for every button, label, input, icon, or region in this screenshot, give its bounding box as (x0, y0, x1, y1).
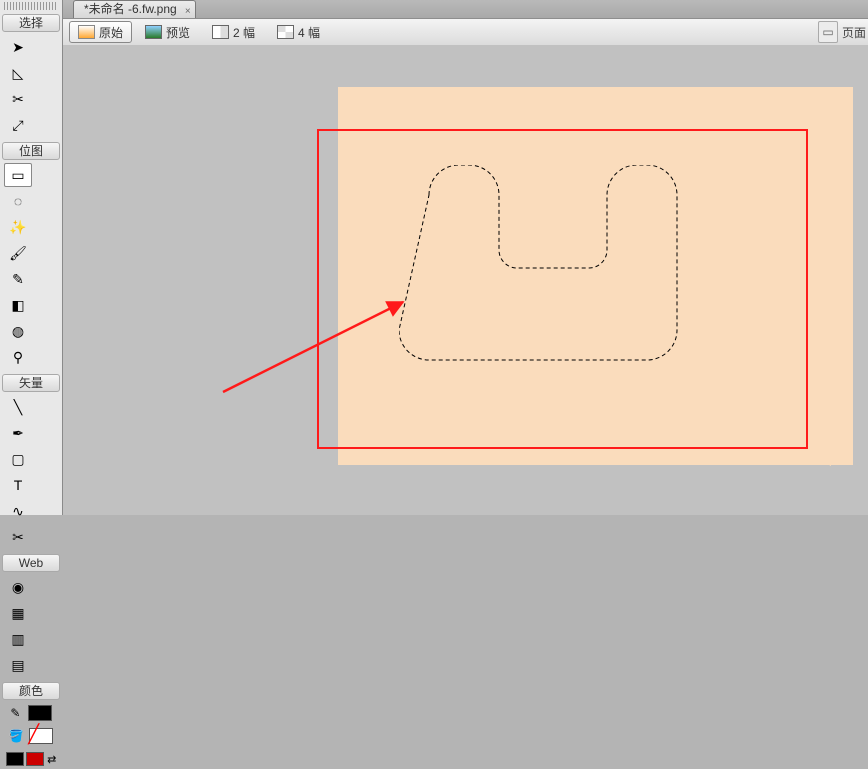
knife-tool[interactable]: ✂ (4, 525, 32, 549)
canvas-area[interactable] (63, 45, 868, 515)
subselect-icon: ◺ (13, 66, 24, 80)
slice-icon: ▦ (11, 606, 24, 620)
freeform-icon: ∿ (12, 504, 24, 518)
lasso-icon: ◌ (14, 194, 22, 208)
fg-color-well[interactable] (6, 752, 24, 766)
pencil-icon: ✎ (12, 272, 24, 286)
document-tab[interactable]: *未命名 -6.fw.png × (73, 0, 196, 18)
group-web: ◉ ▦ ▥ ▤ (3, 574, 59, 678)
show-slices[interactable]: ▤ (4, 653, 32, 677)
transform-icon: ⤢ (12, 118, 23, 132)
blur-tool[interactable]: ◍ (4, 319, 32, 343)
marquee-tool[interactable]: ▭ (4, 163, 32, 187)
view-2up-label: 2 幅 (233, 24, 255, 41)
view-2up-button[interactable]: 2 幅 (203, 21, 264, 43)
fill-bucket-icon: 🪣 (9, 729, 24, 743)
view-toolbar: 原始 预览 2 幅 4 幅 ▭ 页面 (63, 18, 868, 46)
bg-color-well[interactable] (26, 752, 44, 766)
slice-tool[interactable]: ▦ (4, 601, 32, 625)
crop-tool[interactable]: ✂ (4, 87, 32, 111)
lasso-tool[interactable]: ◌ (4, 189, 32, 213)
view-4up-button[interactable]: 4 幅 (268, 21, 329, 43)
view-4up-label: 4 幅 (298, 24, 320, 41)
hotspot-icon: ◉ (12, 580, 24, 594)
two-up-icon (212, 25, 229, 39)
group-bitmap-title: 位图 (2, 142, 60, 160)
brush-tool[interactable]: 🖌 (4, 241, 32, 265)
stroke-color-row: ✎ (3, 703, 59, 723)
pen-tool[interactable]: ✒ (4, 421, 32, 445)
wand-tool[interactable]: ✨ (4, 215, 32, 239)
subselect-tool[interactable]: ◺ (4, 61, 32, 85)
view-preview-button[interactable]: 预览 (136, 21, 199, 43)
document-tab-label: *未命名 -6.fw.png (84, 2, 177, 16)
shape-tool[interactable]: ▢ (4, 447, 32, 471)
hotspot-tool[interactable]: ◉ (4, 575, 32, 599)
group-vector: ╲ ✒ ▢ T ∿ ✂ (3, 394, 59, 550)
group-bitmap: ▭ ◌ ✨ 🖌 ✎ ◧ ◍ ⚲ (3, 162, 59, 370)
stamp-tool[interactable]: ⚲ (4, 345, 32, 369)
preview-icon (145, 25, 162, 39)
text-icon: T (14, 478, 23, 492)
pointer-icon: ➤ (12, 40, 24, 54)
original-icon (78, 25, 95, 39)
view-preview-label: 预览 (166, 24, 190, 41)
knife-icon: ✂ (12, 530, 24, 544)
stroke-color-well[interactable] (28, 705, 52, 721)
group-vector-title: 矢量 (2, 374, 60, 392)
wand-icon: ✨ (9, 220, 26, 234)
four-up-icon (277, 25, 294, 39)
freeform-tool[interactable]: ∿ (4, 499, 32, 523)
shape-icon: ▢ (11, 452, 24, 466)
artboard-tail (805, 452, 831, 466)
fg-bg-row: ⇄ (3, 749, 59, 769)
fill-color-row: 🪣 ╱ (3, 726, 59, 746)
annotation-highlight-box (317, 129, 808, 449)
pen-icon: ✒ (12, 426, 24, 440)
transform-tool[interactable]: ⤢ (4, 113, 32, 137)
blur-icon: ◍ (12, 324, 24, 338)
page-popup-button[interactable]: ▭ (818, 21, 838, 43)
group-color-title: 颜色 (2, 682, 60, 700)
show-slices-icon: ▤ (11, 658, 24, 672)
toolbox-panel: 选择 ➤ ◺ ✂ ⤢ 位图 ▭ ◌ ✨ 🖌 ✎ ◧ ◍ ⚲ 矢量 ╲ ✒ ▢ T… (0, 0, 63, 515)
view-original-button[interactable]: 原始 (69, 21, 132, 43)
toolbox-drag-handle[interactable] (4, 2, 58, 10)
eraser-tool[interactable]: ◧ (4, 293, 32, 317)
brush-icon: 🖌 (9, 246, 27, 260)
group-select-title: 选择 (2, 14, 60, 32)
swap-colors-icon[interactable]: ⇄ (47, 753, 56, 766)
page-icon: ▭ (822, 25, 833, 39)
crop-icon: ✂ (12, 92, 24, 106)
view-original-label: 原始 (99, 24, 123, 41)
line-icon: ╲ (14, 400, 22, 414)
eraser-icon: ◧ (11, 298, 24, 312)
group-select: ➤ ◺ ✂ ⤢ (3, 34, 59, 138)
group-web-title: Web (2, 554, 60, 572)
pencil-tool[interactable]: ✎ (4, 267, 32, 291)
fill-color-well[interactable]: ╱ (29, 728, 53, 744)
hide-slices[interactable]: ▥ (4, 627, 32, 651)
marquee-icon: ▭ (11, 168, 24, 182)
pointer-tool[interactable]: ➤ (4, 35, 32, 59)
hide-slices-icon: ▥ (11, 632, 24, 646)
stroke-pencil-icon: ✎ (10, 706, 20, 720)
line-tool[interactable]: ╲ (4, 395, 32, 419)
text-tool[interactable]: T (4, 473, 32, 497)
document-tabbar: *未命名 -6.fw.png × (63, 0, 868, 18)
stamp-icon: ⚲ (13, 350, 23, 364)
page-label: 页面 (842, 24, 866, 41)
